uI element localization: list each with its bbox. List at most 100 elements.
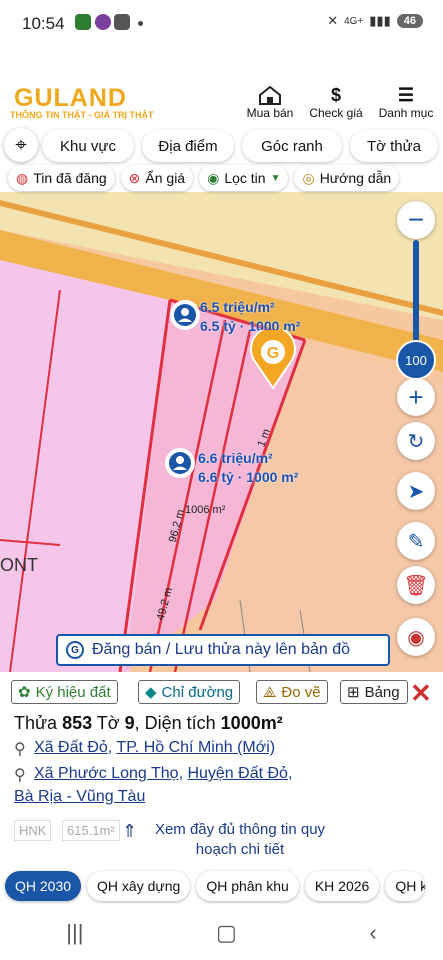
recents-icon[interactable]: ||| <box>66 920 83 946</box>
zoom-in-button[interactable]: + <box>397 378 435 416</box>
area-label: 1006 m² <box>185 504 226 516</box>
house-icon <box>242 84 298 106</box>
parcel-title: Thửa 853 Tờ 9, Diện tích 1000m² <box>14 713 283 734</box>
app-notification-icon <box>95 14 111 30</box>
tab-qh-2030[interactable]: QH 2030 <box>5 871 82 901</box>
chevron-up-icon: ⇑ <box>122 821 138 841</box>
home-icon[interactable]: ▢ <box>216 920 237 946</box>
menu-icon: ☰ <box>397 84 415 105</box>
filter-loc-tin[interactable]: ◉ Lọc tin ▼ <box>199 165 289 191</box>
user-avatar-icon <box>170 300 200 330</box>
listing-total[interactable]: 6.6 tỷ · 1000 m² <box>198 469 298 485</box>
sheet-prefix: Tờ <box>92 713 125 733</box>
hide-price-icon: ⊗ <box>128 169 141 186</box>
chip-label: Hướng dẫn <box>319 170 392 186</box>
filter-tin-da-dang[interactable]: ◍ Tin đã đăng <box>8 165 115 191</box>
more-notifications-icon <box>138 21 143 26</box>
palette-icon[interactable]: ◉ <box>397 618 435 656</box>
guland-icon: G <box>66 641 84 659</box>
zoom-out-button[interactable]: − <box>397 201 435 239</box>
listing-price-per-m2[interactable]: 6.6 triệu/m² <box>198 450 273 466</box>
land-type-code: HNK <box>14 820 52 841</box>
save-banner-label: Đăng bán / Lưu thửa này lên bản đồ <box>92 641 351 658</box>
tab-qh-more[interactable]: QH k <box>385 871 426 901</box>
tab-label: Ký hiệu đất <box>35 683 111 701</box>
nav-label: Danh mục <box>378 106 434 120</box>
nav-danh-muc[interactable]: ☰ Danh mục <box>375 84 437 121</box>
view-full-details-link[interactable]: Xem đầy đủ thông tin quy hoạch chi tiết <box>150 820 330 860</box>
map-view[interactable] <box>0 192 443 672</box>
filter-to-thua[interactable]: Tờ thửa <box>350 130 438 162</box>
logo-tagline: THÔNG TIN THẬT - GIÁ TRỊ THẬT <box>10 110 154 120</box>
chip-label: Tin đã đăng <box>33 170 107 186</box>
table-icon: ⊞ <box>347 684 360 701</box>
chip-label: Lọc tin <box>224 170 266 186</box>
network-label: 4G+ <box>344 15 364 27</box>
filter-dia-diem[interactable]: Địa điểm <box>142 130 234 162</box>
signal-icon: ▮▮▮ <box>369 13 391 28</box>
svg-text:G: G <box>267 345 279 362</box>
parcel-area: 1000m² <box>220 713 283 733</box>
location-pin-icon[interactable]: G <box>248 325 298 395</box>
refresh-icon[interactable]: ↻ <box>397 422 435 460</box>
measure-icon: ⟁ <box>263 683 277 701</box>
tab-qh-phan-khu[interactable]: QH phân khu <box>196 871 299 901</box>
zoom-slider-track[interactable] <box>413 240 419 352</box>
address-link[interactable]: Huyện Đất Đỏ <box>187 765 288 782</box>
back-icon[interactable]: ‹ <box>369 920 376 946</box>
user-avatar-icon <box>165 448 195 478</box>
dollar-icon: $ <box>330 84 341 105</box>
address-line-1: Xã Đất Đỏ, TP. Hồ Chí Minh (Mới) <box>34 739 276 756</box>
zone-label: ONT <box>0 555 38 575</box>
system-nav-bar: ||| ▢ ‹ <box>0 905 443 960</box>
tab-label: Bảng <box>364 683 400 701</box>
guide-icon: ◎ <box>302 169 315 186</box>
area-prefix: , Diện tích <box>134 713 221 733</box>
parcel-number: 853 <box>62 713 93 733</box>
tab-label: Chỉ đường <box>161 683 234 701</box>
draw-icon[interactable]: ✎ <box>397 522 435 560</box>
filter-khu-vuc[interactable]: Khu vực <box>42 130 134 162</box>
tab-qh-xay-dung[interactable]: QH xây dựng <box>87 871 191 901</box>
delete-icon[interactable]: 🗑 <box>397 566 435 604</box>
save-parcel-banner[interactable]: G Đăng bán / Lưu thửa này lên bản đồ <box>56 634 390 666</box>
land-type-area: 615.1m² <box>62 820 120 841</box>
tab-label: Đo vẽ <box>281 683 321 701</box>
location-icon: ◉ <box>207 169 220 186</box>
tab-ky-hieu-dat[interactable]: ✿ Ký hiệu đất <box>11 680 118 704</box>
tab-do-ve[interactable]: ⟁ Đo vẽ <box>256 680 328 704</box>
tab-bang[interactable]: ⊞ Bảng <box>340 680 408 704</box>
tab-chi-duong[interactable]: ◆ Chỉ đường <box>138 680 241 704</box>
nav-label: Mua bán <box>246 106 294 120</box>
close-icon[interactable]: ✕ <box>410 678 432 709</box>
location-icon: ⚲ <box>14 767 26 784</box>
zoom-slider-handle[interactable]: 100 <box>396 340 436 380</box>
tab-kh-2026[interactable]: KH 2026 <box>304 871 380 901</box>
filter-an-gia[interactable]: ⊗ Ẩn giá <box>120 165 194 191</box>
logo[interactable]: GULAND <box>14 84 127 113</box>
battery-indicator: 46 <box>396 14 423 28</box>
listing-price-per-m2[interactable]: 6.5 triệu/m² <box>200 299 275 315</box>
nav-check-gia[interactable]: $ Check giá <box>306 84 366 121</box>
sheet-number: 9 <box>124 713 135 733</box>
navigate-icon[interactable]: ➤ <box>397 472 435 510</box>
app-notification-icon <box>75 14 91 30</box>
clock: 10:54 <box>22 14 65 33</box>
status-icons: ✕ 4G+ ▮▮▮ 46 <box>327 13 423 29</box>
location-icon: ⚲ <box>14 741 26 758</box>
filter-huong-dan[interactable]: ◎ Hướng dẫn <box>294 165 400 191</box>
address-line-2: Xã Phước Long Thọ, Huyện Đất Đỏ, <box>34 765 293 782</box>
address-link[interactable]: Bà Rịa - Vũng Tàu <box>14 788 145 805</box>
address-link[interactable]: TP. Hồ Chí Minh (Mới) <box>116 739 275 756</box>
nav-mua-ban[interactable]: Mua bán <box>242 84 298 120</box>
address-link[interactable]: Xã Phước Long Thọ <box>34 765 179 782</box>
mute-icon: ✕ <box>327 13 339 28</box>
filter-goc-ranh[interactable]: Góc ranh <box>242 130 342 162</box>
app-notification-icon <box>114 14 130 30</box>
address-link[interactable]: Xã Đất Đỏ <box>34 739 108 756</box>
filter-row-1: Khu vực Địa điểm Góc ranh Tờ thửa <box>42 130 438 162</box>
locate-icon[interactable]: ⌖ <box>4 128 38 162</box>
directions-icon: ◆ <box>145 684 157 701</box>
nav-label: Check giá <box>309 106 363 120</box>
palette-icon: ✿ <box>18 684 31 701</box>
